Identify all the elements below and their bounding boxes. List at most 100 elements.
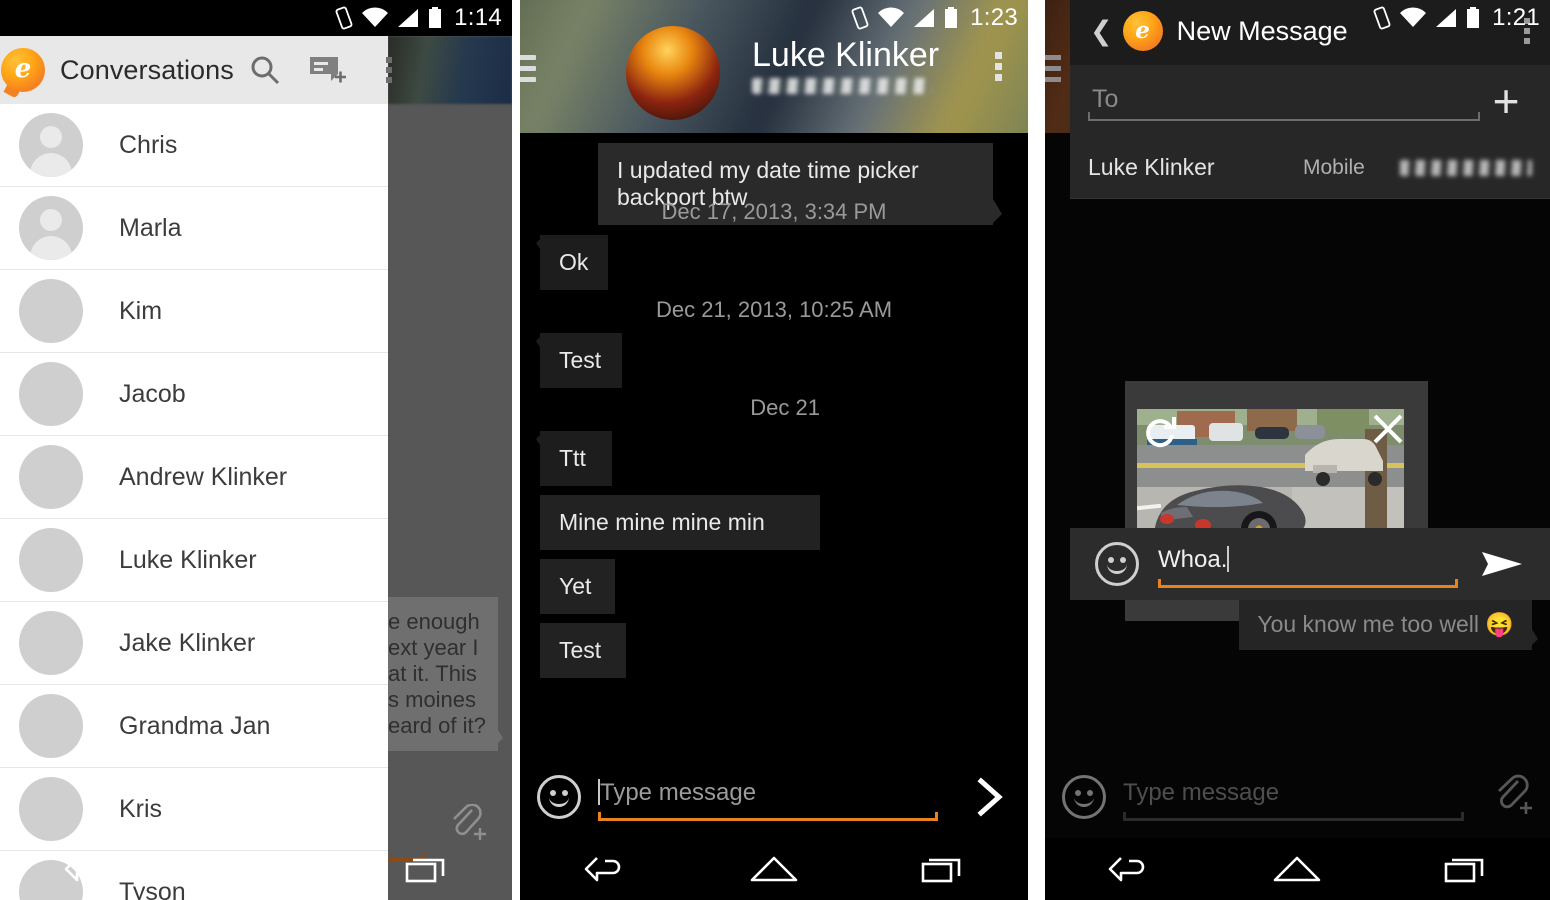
phone-panel-new-message: Jake Klinker 1:21	[1045, 0, 1550, 900]
avatar	[19, 528, 83, 592]
background-message-bubble: e enough ext year I at it. This s moines…	[378, 597, 503, 751]
conversation-name: Kim	[119, 296, 163, 325]
message-bubble[interactable]: Mine mine mine min	[540, 495, 820, 550]
attachment-plus-icon[interactable]	[1474, 774, 1550, 820]
avatar	[19, 777, 83, 841]
smiley-icon[interactable]	[1062, 775, 1106, 819]
search-icon[interactable]	[234, 36, 296, 104]
recents-icon[interactable]	[392, 849, 462, 889]
plus-icon[interactable]: +	[1480, 78, 1532, 124]
date-separator: Dec 21, 2013, 10:25 AM	[655, 297, 893, 322]
statusbar-thread: 1:23	[520, 0, 1028, 36]
conversation-name: Grandma Jan	[119, 711, 271, 740]
back-icon[interactable]	[50, 849, 120, 889]
to-underline-left-tick	[1088, 112, 1090, 121]
send-button[interactable]	[952, 775, 1028, 819]
new-message-input-value: Whoa.	[1158, 546, 1228, 573]
conversation-row[interactable]: Chris	[0, 104, 388, 187]
phone-panel-conversations: e enough ext year I at it. This s moines…	[0, 0, 512, 900]
overflow-icon[interactable]	[358, 36, 420, 104]
wifi-icon	[362, 7, 389, 28]
recents-icon[interactable]	[1431, 849, 1501, 889]
hamburger-icon[interactable]	[520, 55, 536, 82]
conversation-name: Chris	[119, 130, 178, 159]
background-message-input[interactable]: Type message	[1123, 765, 1464, 829]
background-input-placeholder: Type message	[1123, 779, 1280, 806]
recents-icon[interactable]	[908, 849, 978, 889]
conversation-row[interactable]: Grandma Jan	[0, 685, 388, 768]
new-message-icon[interactable]	[296, 36, 358, 104]
avatar	[19, 362, 83, 426]
statusbar-conversations: 1:14	[0, 0, 512, 36]
hamburger-icon[interactable]	[1045, 55, 1061, 82]
to-field-row: To +	[1070, 65, 1550, 137]
contact-number-redacted	[1400, 159, 1532, 176]
input-underline	[1123, 812, 1464, 821]
screenshot-stage: e enough ext year I at it. This s moines…	[0, 0, 1550, 900]
smiley-icon[interactable]	[1095, 542, 1139, 586]
contact-avatar	[626, 26, 720, 120]
page-title: Conversations	[60, 54, 234, 85]
android-navbar	[1045, 838, 1550, 900]
message-bubble[interactable]: Ttt	[536, 431, 612, 486]
new-message-input[interactable]: Whoa.	[1158, 532, 1458, 596]
background-thread-panel: e enough ext year I at it. This s moines…	[370, 36, 512, 900]
message-bubble[interactable]: Ok	[536, 235, 608, 290]
home-icon[interactable]	[221, 849, 291, 889]
contact-name: Luke Klinker	[1088, 154, 1215, 180]
conversation-name: Jake Klinker	[119, 628, 256, 657]
to-input[interactable]: To	[1088, 75, 1480, 127]
attachment-preview	[1125, 381, 1428, 621]
home-icon[interactable]	[1262, 849, 1332, 889]
statusbar-new-message: 1:21	[1045, 0, 1550, 36]
background-bubble-emoji: 😝	[1485, 611, 1514, 637]
contact-number-type: Mobile	[1303, 155, 1365, 179]
to-underline-right-tick	[1478, 112, 1480, 121]
background-message-bubble: You know me too well 😝	[1239, 599, 1538, 650]
new-message-body: You know me too well 😝 Type message Whoa…	[1045, 133, 1550, 900]
back-icon[interactable]	[1094, 849, 1164, 889]
conversation-row[interactable]: Marla	[0, 187, 388, 270]
conversation-name: Kris	[119, 794, 163, 823]
close-icon[interactable]	[1370, 411, 1406, 453]
battery-icon	[945, 7, 958, 28]
statusbar-time: 1:21	[1492, 4, 1540, 31]
rotate-icon[interactable]	[1143, 415, 1177, 458]
text-caret	[1227, 546, 1230, 572]
app-logo-icon: e	[1, 48, 45, 92]
app-logo-letter: e	[14, 54, 32, 84]
contact-suggestion-row[interactable]: Luke Klinker Mobile	[1070, 137, 1550, 199]
message-bubble[interactable]: Yet	[540, 559, 615, 614]
app-bar-actions	[234, 36, 420, 104]
smiley-icon[interactable]	[537, 775, 581, 819]
message-input[interactable]: Type message	[598, 765, 938, 829]
battery-icon	[1467, 7, 1480, 28]
conversation-row[interactable]: Kim	[0, 270, 388, 353]
message-input-placeholder: Type message	[600, 779, 757, 806]
send-icon	[1482, 552, 1522, 576]
message-bubble[interactable]: Test	[536, 333, 622, 388]
vibrate-icon	[335, 6, 353, 30]
phone-panel-thread: Luke Klinker 1:23 I updated my date time…	[520, 0, 1028, 900]
statusbar-time: 1:23	[970, 4, 1018, 31]
date-separator: Dec 21	[750, 395, 820, 420]
message-bubble[interactable]: Test	[540, 623, 626, 678]
conversation-row[interactable]: Jake Klinker	[0, 602, 388, 685]
send-button[interactable]	[1472, 546, 1532, 582]
home-icon[interactable]	[739, 849, 809, 889]
avatar	[19, 279, 83, 343]
input-underline	[1158, 579, 1458, 588]
avatar	[19, 113, 83, 177]
conversation-row[interactable]: Luke Klinker	[0, 519, 388, 602]
date-separator: Dec 17, 2013, 3:34 PM	[661, 199, 887, 224]
signal-icon	[398, 9, 419, 27]
back-icon[interactable]	[570, 849, 640, 889]
conversation-row[interactable]: Andrew Klinker	[0, 436, 388, 519]
background-bubble-text: You know me too well	[1257, 611, 1479, 637]
overflow-icon[interactable]	[995, 52, 1002, 81]
signal-icon	[914, 9, 935, 27]
conversation-row[interactable]: Jacob	[0, 353, 388, 436]
statusbar-time: 1:14	[454, 4, 502, 31]
conversation-list[interactable]: Chris Marla Kim Jacob Andrew Klinker Luk…	[0, 104, 388, 900]
to-input-placeholder: To	[1092, 85, 1119, 113]
